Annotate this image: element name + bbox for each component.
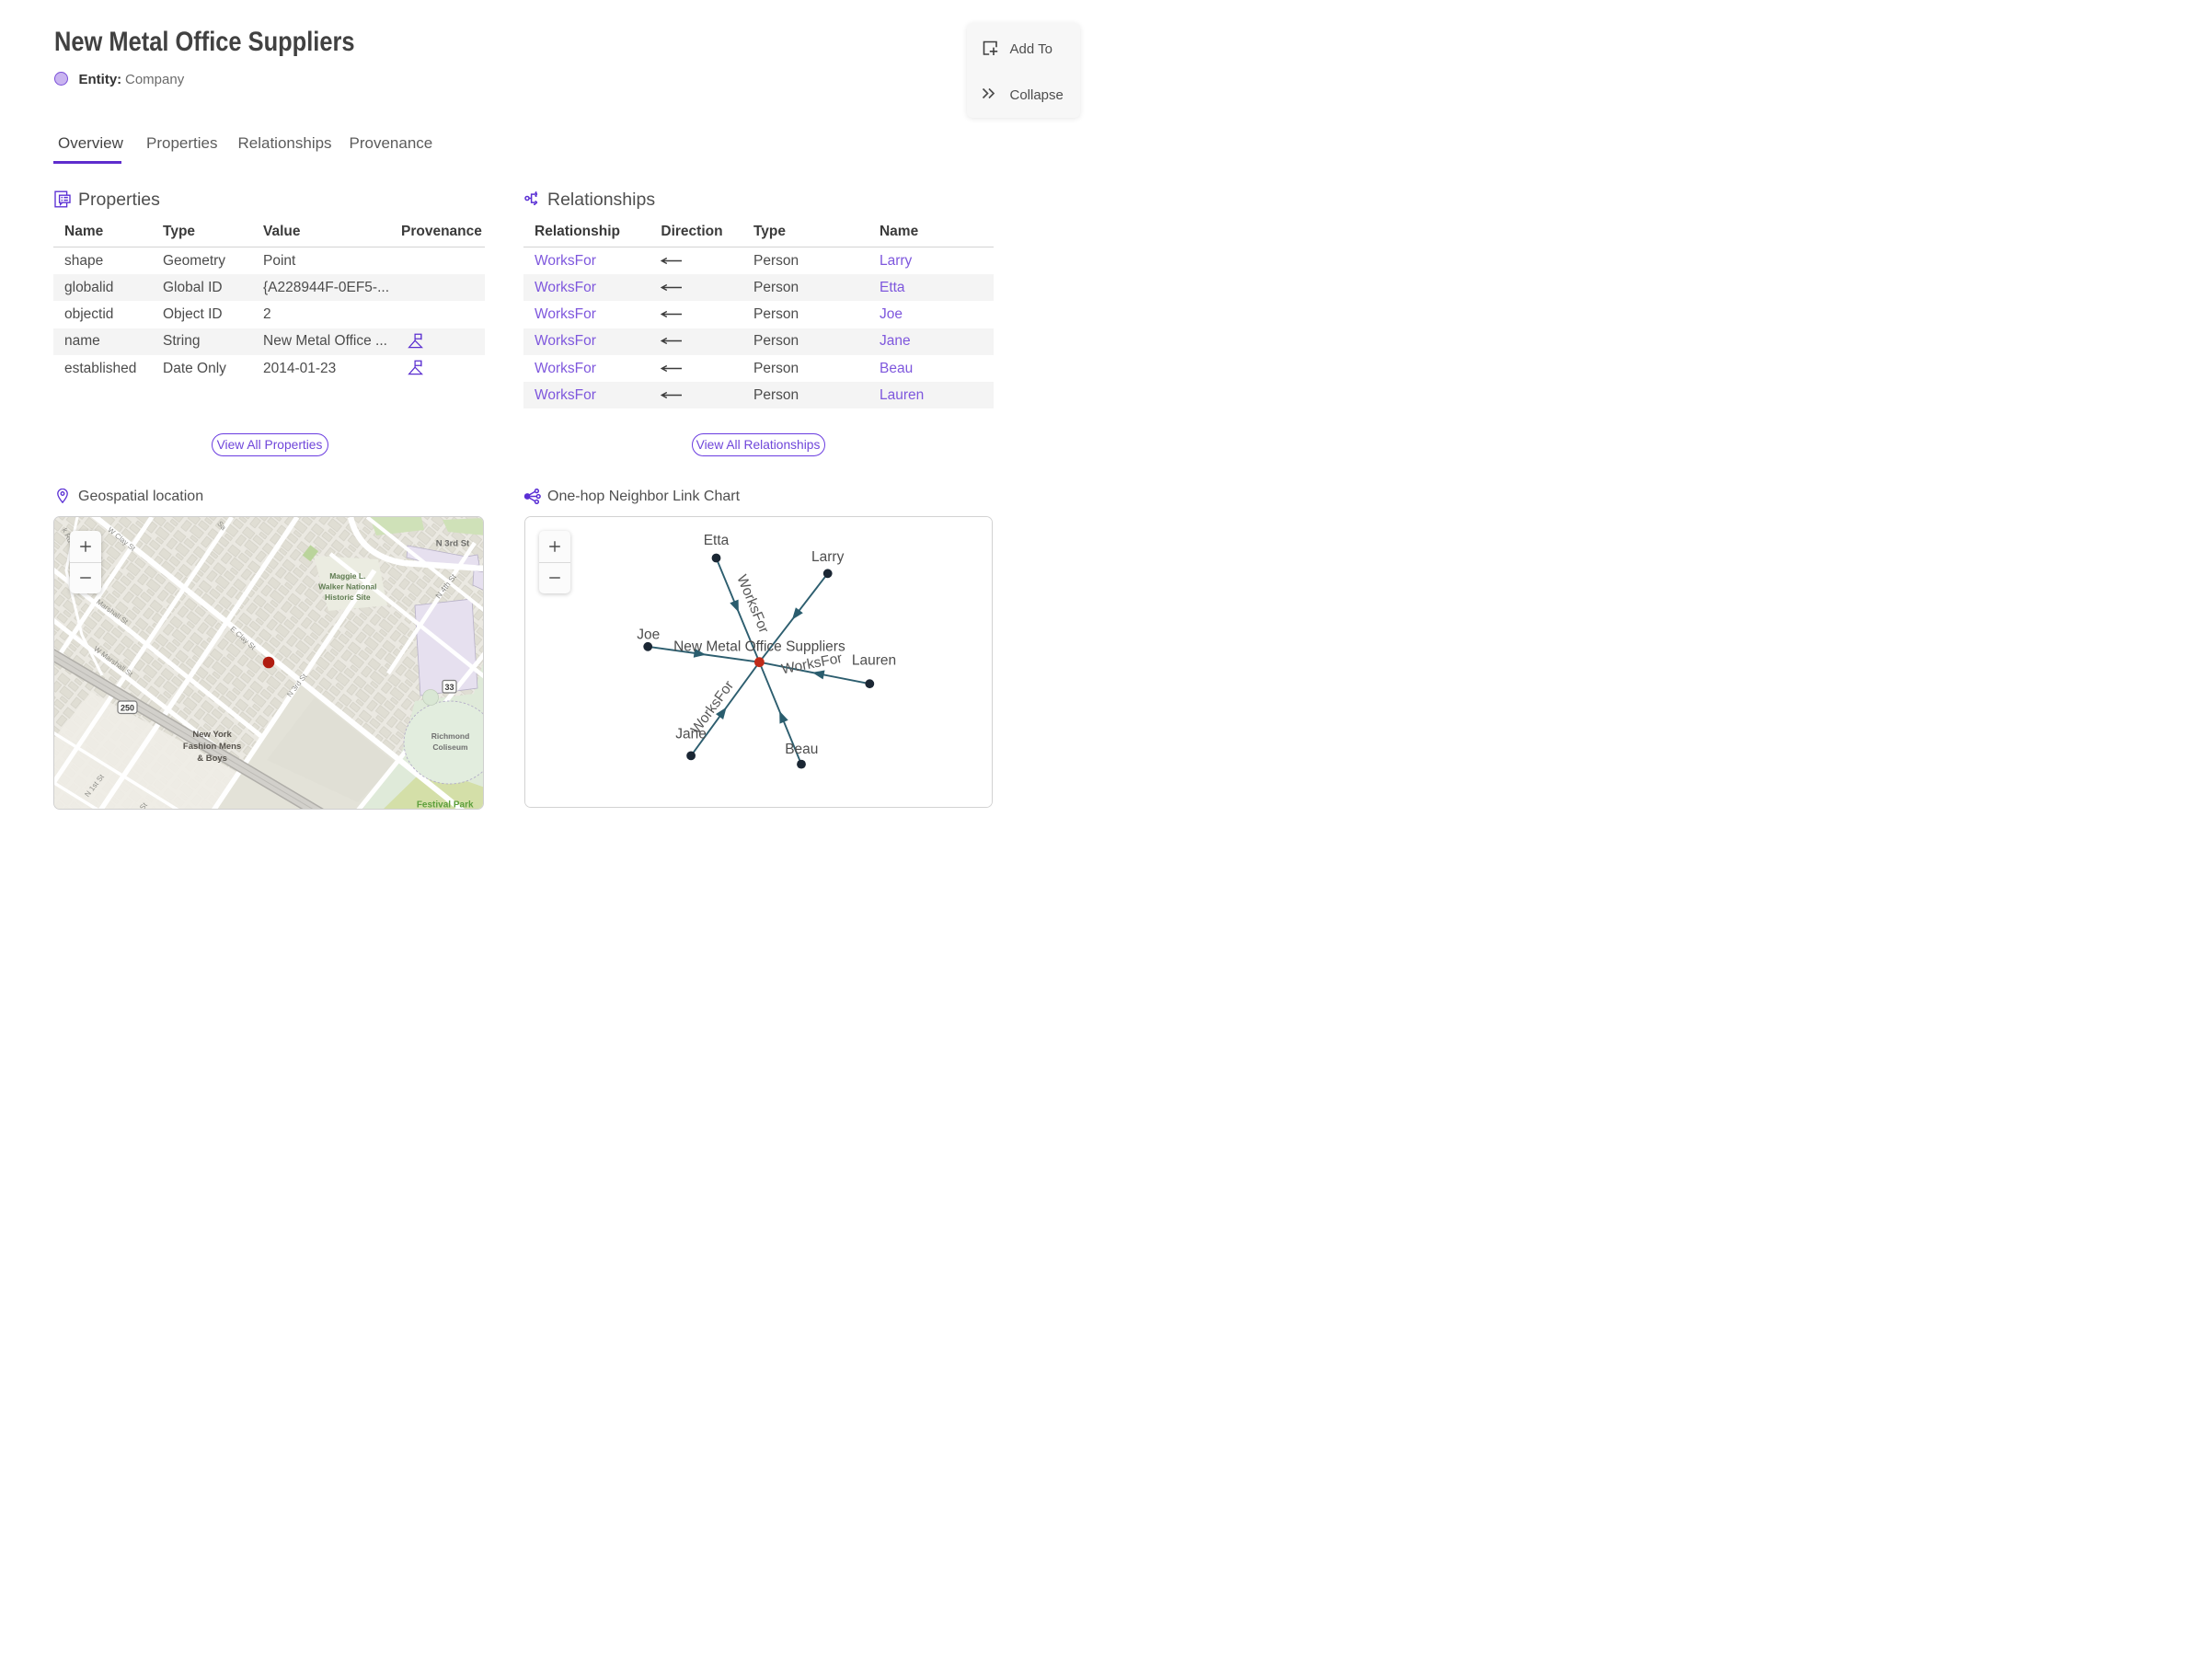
svg-text:New York: New York <box>192 730 232 740</box>
svg-text:Richmond: Richmond <box>431 731 470 741</box>
svg-text:Fashion Mens: Fashion Mens <box>183 742 241 752</box>
svg-text:Larry: Larry <box>811 549 845 565</box>
svg-text:Lauren: Lauren <box>852 652 896 668</box>
svg-text:250: 250 <box>121 703 134 712</box>
svg-text:Walker National: Walker National <box>318 582 376 592</box>
svg-text:Etta: Etta <box>704 533 730 548</box>
svg-text:Coliseum: Coliseum <box>432 742 468 752</box>
svg-text:Festival Park: Festival Park <box>417 800 474 811</box>
svg-text:& Boys: & Boys <box>197 754 227 764</box>
svg-text:Historic Site: Historic Site <box>325 593 371 602</box>
svg-text:Beau: Beau <box>785 742 818 757</box>
svg-text:Joe: Joe <box>637 627 660 643</box>
svg-text:Maggie L.: Maggie L. <box>329 571 365 581</box>
svg-text:N 3rd St: N 3rd St <box>436 539 470 549</box>
svg-text:New Metal Office Suppliers: New Metal Office Suppliers <box>673 639 845 655</box>
svg-text:33: 33 <box>444 683 454 692</box>
